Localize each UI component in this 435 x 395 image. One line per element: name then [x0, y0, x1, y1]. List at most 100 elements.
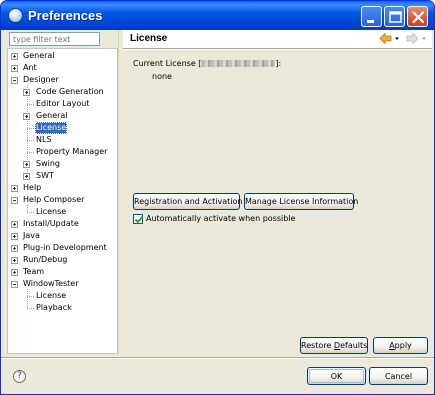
forward-arrow-icon: [406, 32, 426, 45]
tree-item-label: SWT: [36, 171, 54, 180]
tree-item-label: Install/Update: [23, 219, 79, 228]
expand-icon[interactable]: [11, 65, 18, 72]
tree-item[interactable]: Swing: [8, 158, 117, 170]
tree-item-label: Team: [23, 267, 45, 276]
tree-item-label: Editor Layout: [36, 99, 90, 108]
tree-item[interactable]: General: [8, 50, 117, 62]
tree-item-label: Run/Debug: [23, 255, 68, 264]
tree-connector: [27, 104, 34, 105]
title-bar[interactable]: Preferences: [1, 1, 434, 30]
tree-item[interactable]: SWT: [8, 170, 117, 182]
tree-item-label: Swing: [36, 159, 60, 168]
close-icon: [412, 11, 425, 24]
tree-connector-line: [27, 205, 28, 212]
tree-connector: [27, 308, 34, 309]
current-license-value: none: [152, 72, 172, 81]
ok-button[interactable]: OK: [307, 367, 366, 385]
eclipse-icon: [8, 8, 23, 23]
preference-tree-panel: General Ant DesignerCode Generation Editor …: [7, 30, 118, 356]
filter-input[interactable]: [9, 32, 100, 46]
forward-button[interactable]: [405, 32, 431, 45]
footer-separator: [1, 357, 434, 359]
expand-icon[interactable]: [11, 257, 18, 264]
tree-item[interactable]: Java: [8, 230, 117, 242]
expand-icon[interactable]: [11, 233, 18, 240]
tree-item-label: WindowTester: [23, 279, 79, 288]
tree-item-label: Help: [23, 183, 42, 192]
tree-item-label: NLS: [36, 135, 52, 144]
maximize-button[interactable]: [384, 6, 405, 27]
tree-item[interactable]: Plug-in Development: [8, 242, 117, 254]
tree-item-label: General: [36, 111, 68, 120]
tree-connector: [27, 152, 34, 153]
tree-item[interactable]: General: [8, 110, 117, 122]
apply-label-rest: pply: [394, 341, 412, 350]
window-title: Preferences: [28, 8, 103, 23]
current-license-prefix: Current License [: [133, 59, 202, 68]
collapse-icon[interactable]: [11, 281, 18, 288]
tree-connector: [27, 128, 34, 129]
tree-item[interactable]: WindowTester: [8, 278, 117, 290]
registration-activation-button[interactable]: Registration and Activation: [133, 193, 242, 210]
preference-page: License Current License []: none Registr…: [123, 30, 432, 356]
expand-icon[interactable]: [11, 185, 18, 192]
tree-item[interactable]: License: [8, 206, 117, 218]
restore-defaults-label-c: efaults: [340, 341, 368, 350]
tree-item[interactable]: Designer: [8, 74, 117, 86]
tree-item[interactable]: NLS: [8, 134, 117, 146]
minimize-button[interactable]: [361, 6, 382, 27]
expand-icon[interactable]: [11, 221, 18, 228]
expand-icon[interactable]: [11, 245, 18, 252]
tree-item[interactable]: Team: [8, 266, 117, 278]
tree-item-label: License: [35, 122, 68, 134]
header-separator: [123, 48, 432, 50]
manage-license-button[interactable]: Manage License Information: [244, 193, 358, 210]
page-header: License: [123, 30, 432, 48]
tree-connector: [27, 212, 34, 213]
tree-item[interactable]: Help: [8, 182, 117, 194]
tree-item-label: License: [36, 207, 67, 216]
page-title: License: [130, 33, 168, 44]
collapse-icon[interactable]: [11, 197, 18, 204]
tree-item-label: Ant: [23, 63, 37, 72]
tree-item[interactable]: Help Composer: [8, 194, 117, 206]
tree-item-label: Property Manager: [36, 147, 108, 156]
tree-item[interactable]: Playback: [8, 302, 117, 314]
checkmark-icon: [134, 216, 144, 224]
current-license-label: Current License []:: [133, 59, 281, 68]
restore-defaults-button[interactable]: Restore Defaults: [300, 337, 368, 354]
tree-item[interactable]: License: [8, 290, 117, 302]
tree-item[interactable]: Install/Update: [8, 218, 117, 230]
auto-activate-checkbox[interactable]: [133, 214, 144, 224]
tree-item[interactable]: Property Manager: [8, 146, 117, 158]
tree-item[interactable]: Ant: [8, 62, 117, 74]
expand-icon[interactable]: [11, 53, 18, 60]
tree-item-label: General: [23, 51, 55, 60]
redacted-license-key: [201, 60, 276, 67]
close-button[interactable]: [407, 6, 428, 27]
tree-item-label: Java: [23, 231, 40, 240]
back-button[interactable]: [379, 32, 405, 45]
tree-item[interactable]: License: [8, 122, 117, 134]
tree-item[interactable]: Editor Layout: [8, 98, 117, 110]
tree-item-label: Plug-in Development: [23, 243, 107, 252]
minimize-icon: [367, 20, 374, 23]
tree-connector-line: [27, 289, 28, 308]
tree-connector-line: [27, 85, 28, 176]
preference-tree[interactable]: General Ant Designer Code Generation Editor …: [7, 48, 118, 354]
apply-button[interactable]: Apply: [373, 337, 428, 354]
tree-item[interactable]: Run/Debug: [8, 254, 117, 266]
collapse-icon[interactable]: [11, 77, 18, 84]
help-icon[interactable]: ?: [13, 370, 26, 383]
tree-item-label: Code Generation: [36, 87, 104, 96]
maximize-icon: [389, 11, 402, 23]
tree-connector: [27, 296, 34, 297]
tree-item-label: Help Composer: [23, 195, 85, 204]
expand-icon[interactable]: [11, 269, 18, 276]
tree-item[interactable]: Code Generation: [8, 86, 117, 98]
back-arrow-icon: [379, 32, 399, 45]
cancel-button[interactable]: Cancel: [369, 367, 428, 385]
current-license-suffix: ]:: [275, 59, 282, 68]
tree-connector: [27, 140, 34, 141]
auto-activate-label: Automatically activate when possible: [146, 214, 296, 223]
